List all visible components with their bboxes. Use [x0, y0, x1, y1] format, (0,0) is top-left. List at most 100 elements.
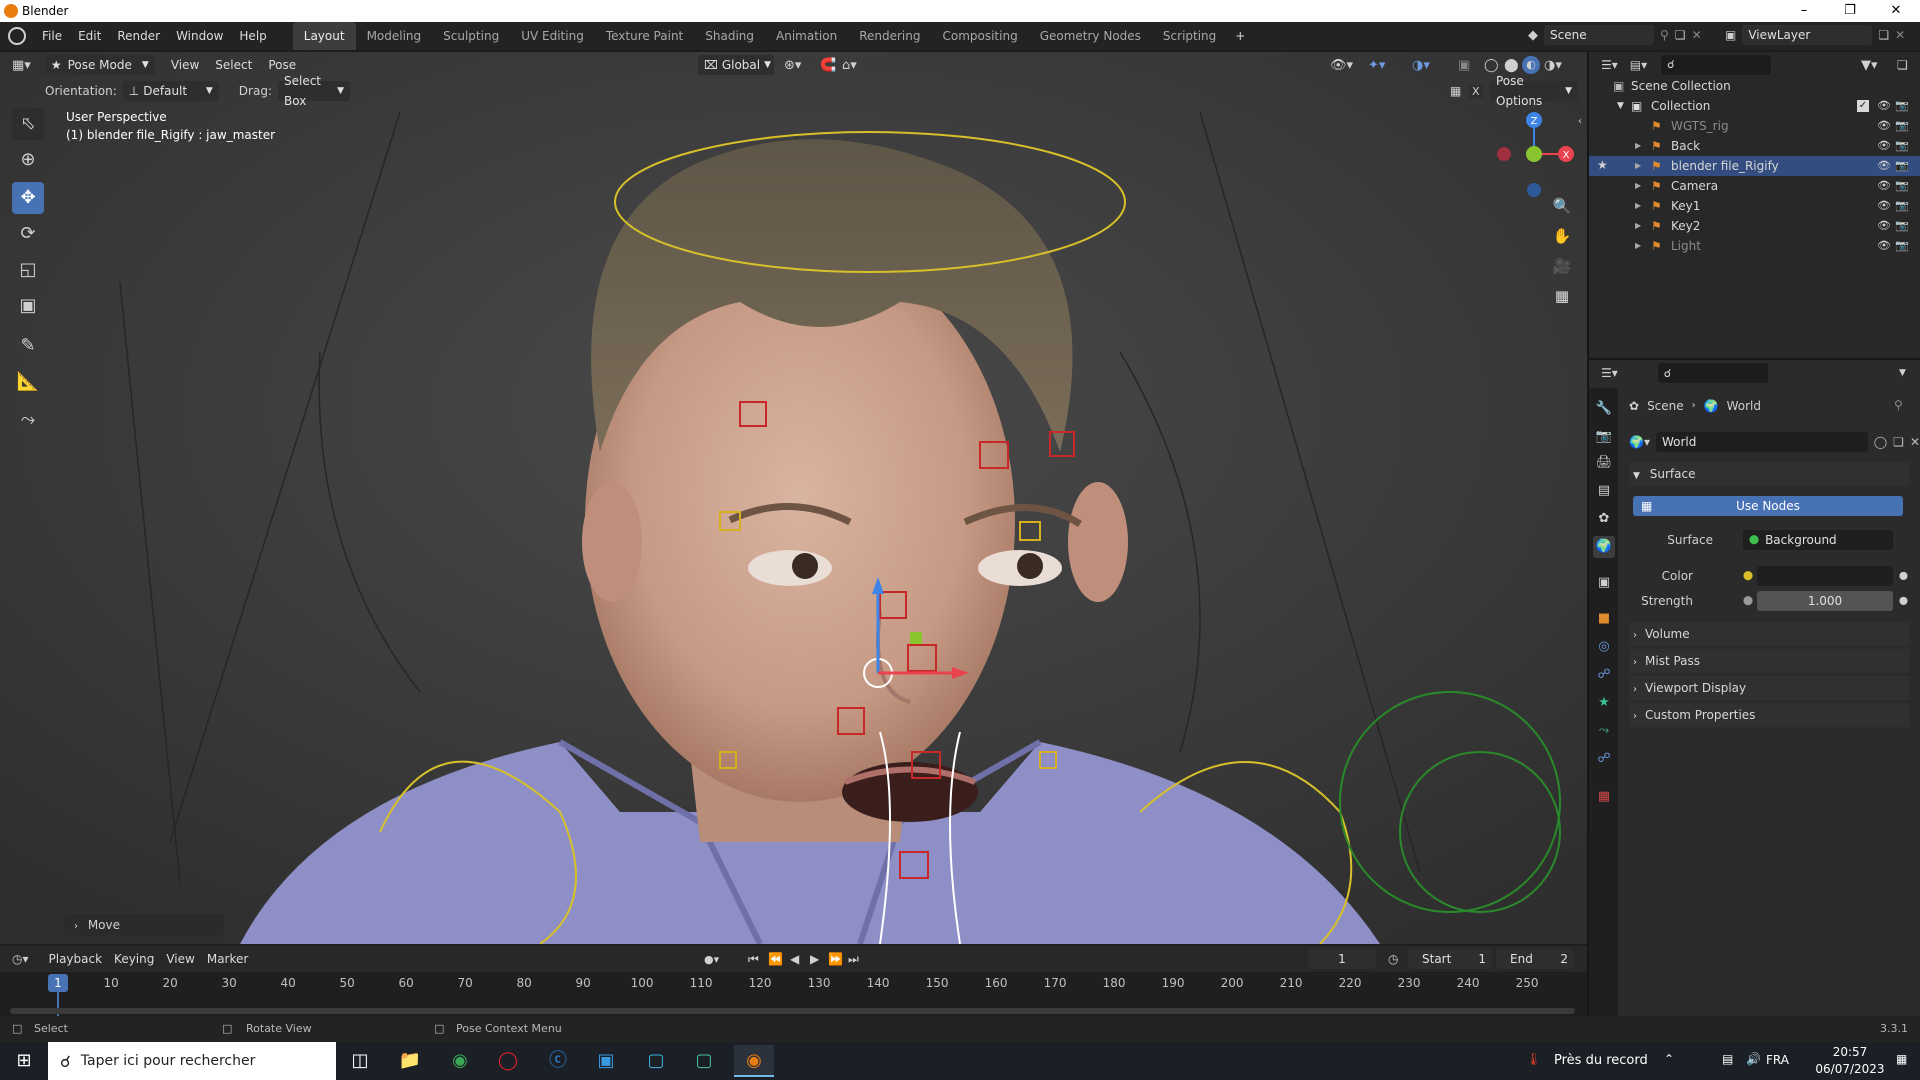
last-operator-panel[interactable]: › Move: [64, 914, 224, 936]
restore-icon[interactable]: ❐: [1827, 0, 1873, 22]
viewlayer-icon[interactable]: ▣: [1725, 28, 1736, 42]
menu-render[interactable]: Render: [109, 22, 168, 50]
camera-icon[interactable]: 📷: [1895, 156, 1909, 176]
clock-date[interactable]: 06/07/2023: [1812, 1062, 1888, 1076]
panel-mist-pass[interactable]: › Mist Pass: [1629, 649, 1909, 673]
eye-icon[interactable]: 👁: [1877, 116, 1891, 136]
windows-start-icon[interactable]: ⊞: [4, 1045, 44, 1077]
collection-tab-icon[interactable]: ▣: [1593, 572, 1615, 594]
opera-icon[interactable]: ◯: [488, 1045, 528, 1077]
expand-arrow-icon[interactable]: ▶: [1635, 196, 1641, 216]
end-frame-field[interactable]: End 2: [1496, 949, 1574, 969]
tab-modeling[interactable]: Modeling: [356, 22, 433, 50]
mode-dropdown[interactable]: ★ Pose Mode ▼: [44, 55, 155, 75]
editor-type-icon[interactable]: ☰▾: [1601, 58, 1618, 72]
world-browse-icon[interactable]: 🌍▾: [1629, 435, 1650, 449]
expand-arrow-icon[interactable]: ▶: [1635, 156, 1641, 176]
viewlayer-name-field[interactable]: ViewLayer: [1742, 25, 1873, 45]
transform-tool-icon[interactable]: ▣: [12, 290, 44, 322]
surface-shader-field[interactable]: ⬤ Background: [1743, 530, 1893, 550]
editor-type-icon[interactable]: ☰▾: [1601, 366, 1618, 380]
outliner-search-field[interactable]: ☌: [1661, 55, 1772, 75]
expand-arrow-icon[interactable]: ▶: [1635, 176, 1641, 196]
eye-icon[interactable]: 👁: [1877, 176, 1891, 196]
delete-viewlayer-icon[interactable]: ✕: [1895, 28, 1905, 42]
pose-options-dropdown[interactable]: Pose Options ▼: [1490, 74, 1578, 108]
camera-icon[interactable]: 📷: [1895, 176, 1909, 196]
minimize-icon[interactable]: –: [1781, 0, 1827, 22]
camera-icon[interactable]: 📷: [1895, 196, 1909, 216]
measure-tool-icon[interactable]: 📐: [12, 366, 44, 398]
tab-rendering[interactable]: Rendering: [848, 22, 931, 50]
editor-type-icon[interactable]: ▦▾: [12, 58, 31, 73]
menu-file[interactable]: File: [34, 22, 70, 50]
add-workspace-button[interactable]: +: [1227, 22, 1253, 50]
drag-dropdown[interactable]: Select Box ▼: [277, 74, 350, 108]
sidebar-toggle-icon[interactable]: ‹: [1578, 116, 1582, 127]
eye-icon[interactable]: 👁: [1877, 96, 1891, 116]
timeline-menu-playback[interactable]: Playback: [43, 945, 109, 973]
menu-window[interactable]: Window: [168, 22, 231, 50]
navigation-gizmo[interactable]: Z X: [1490, 110, 1580, 200]
chevron-up-icon[interactable]: ⌃: [1664, 1052, 1674, 1066]
scene-icon[interactable]: ◆: [1528, 28, 1538, 43]
timeline-menu-view[interactable]: View: [160, 945, 200, 973]
object-tab-icon[interactable]: ■: [1593, 608, 1615, 630]
transform-orientation-dropdown[interactable]: ⌧ Global ▼: [698, 55, 774, 75]
display-mode-icon[interactable]: ▤▾: [1630, 58, 1647, 72]
play-reverse-icon[interactable]: ◀: [790, 952, 799, 966]
filter-icon[interactable]: ▼▾: [1861, 58, 1878, 73]
outliner-item[interactable]: ▶ ⚑ Key1 👁 📷: [1589, 196, 1920, 216]
camera-view-icon[interactable]: 🎥: [1548, 252, 1576, 280]
playhead[interactable]: 1: [48, 974, 68, 992]
eye-icon[interactable]: 👁: [1877, 156, 1891, 176]
weather-icon[interactable]: 🌡: [1526, 1052, 1541, 1066]
zoom-icon[interactable]: 🔍: [1548, 192, 1576, 220]
scene-tab-icon[interactable]: ✿: [1593, 508, 1615, 530]
task-view-icon[interactable]: ◫: [340, 1045, 380, 1077]
panel-volume[interactable]: › Volume: [1629, 622, 1909, 646]
camera-icon[interactable]: 📷: [1895, 236, 1909, 256]
gizmo-toggle-icon[interactable]: ✦▾: [1368, 58, 1385, 73]
jump-end-icon[interactable]: ⏭: [848, 952, 859, 967]
file-explorer-icon[interactable]: 📁: [390, 1045, 430, 1077]
tool-tab-icon[interactable]: 🔧: [1593, 398, 1615, 420]
play-icon[interactable]: ▶: [810, 952, 819, 966]
jump-next-keyframe-icon[interactable]: ⏩: [828, 952, 843, 966]
transform-affect-icon[interactable]: ▦: [1450, 84, 1461, 98]
color-swatch[interactable]: [1757, 566, 1893, 586]
unlink-world-icon[interactable]: ✕: [1910, 435, 1920, 449]
notifications-icon[interactable]: ▦: [1896, 1052, 1907, 1066]
texture-tab-icon[interactable]: ▦: [1593, 786, 1615, 808]
weather-text[interactable]: Près du record: [1554, 1053, 1648, 1068]
tab-animation[interactable]: Animation: [765, 22, 848, 50]
view-layer-tab-icon[interactable]: ▤: [1593, 480, 1615, 502]
language-indicator[interactable]: FRA: [1766, 1053, 1789, 1067]
tab-layout[interactable]: Layout: [292, 22, 356, 50]
properties-search-field[interactable]: ☌: [1657, 363, 1768, 383]
chevron-down-icon[interactable]: ▼: [1899, 368, 1906, 378]
blender-taskbar-icon[interactable]: ◉: [734, 1045, 774, 1077]
camera-icon[interactable]: 📷: [1895, 216, 1909, 236]
panel-viewport-display[interactable]: › Viewport Display: [1629, 676, 1909, 700]
bone-constraint-tab-icon[interactable]: ☍: [1593, 748, 1615, 770]
bone-tool-icon[interactable]: ⤳: [12, 404, 44, 436]
move-tool-icon[interactable]: ✥: [12, 182, 44, 214]
auto-keying-icon[interactable]: ●▾: [704, 953, 719, 966]
pin-icon[interactable]: ⚲: [1894, 398, 1903, 412]
scale-tool-icon[interactable]: ◱: [12, 254, 44, 286]
menu-edit[interactable]: Edit: [70, 22, 109, 50]
visibility-icon[interactable]: 👁▾: [1330, 58, 1353, 73]
clock-time[interactable]: 20:57: [1812, 1045, 1888, 1059]
keyframe-dot-icon[interactable]: ⬤: [1899, 591, 1908, 611]
snap-target-icon[interactable]: ⌂▾: [842, 58, 857, 73]
expand-arrow-icon[interactable]: ▶: [1635, 216, 1641, 236]
tab-compositing[interactable]: Compositing: [931, 22, 1028, 50]
preview-range-icon[interactable]: ◷: [1388, 952, 1398, 966]
blender-menu-icon[interactable]: [8, 27, 26, 45]
outliner-item[interactable]: ▶ ⚑ Back 👁 📷: [1589, 136, 1920, 156]
timeline-menu-keying[interactable]: Keying: [108, 945, 160, 973]
expand-arrow-icon[interactable]: ▶: [1635, 136, 1641, 156]
pan-hand-icon[interactable]: ✋: [1548, 222, 1576, 250]
fake-user-icon[interactable]: ◯: [1874, 435, 1887, 449]
